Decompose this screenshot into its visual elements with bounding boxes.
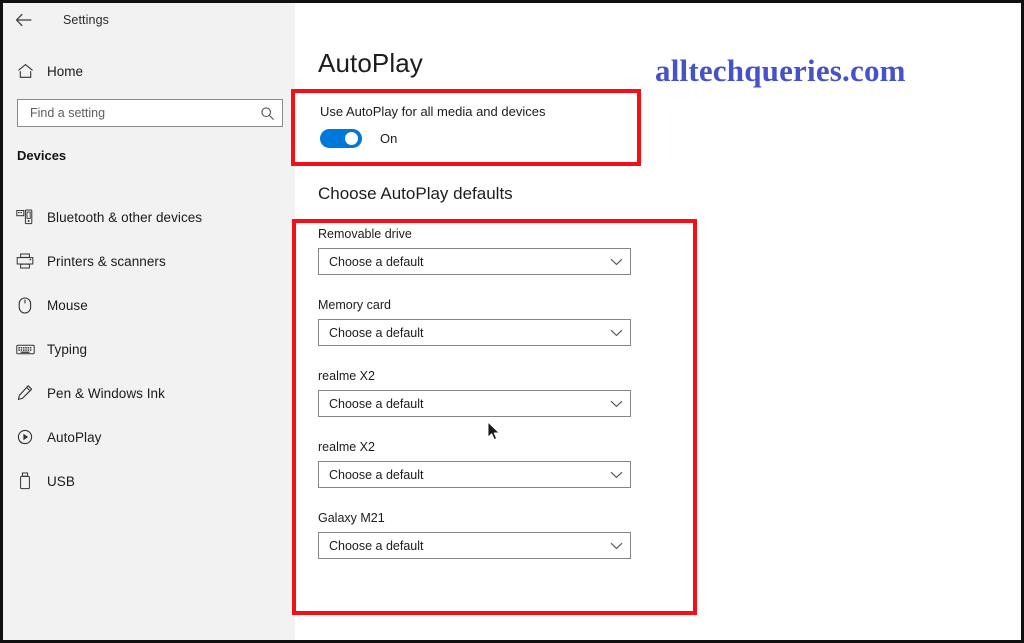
sidebar-item-label: Bluetooth & other devices <box>47 209 203 225</box>
realme-x2-dropdown-1[interactable]: Choose a default <box>318 390 631 417</box>
nav-category-heading: Devices <box>17 148 67 163</box>
usb-icon <box>3 472 47 490</box>
device-label: Galaxy M21 <box>318 511 385 525</box>
sidebar-item-label: USB <box>47 473 75 489</box>
sidebar-nav-list: Bluetooth & other devices Printers & sca… <box>3 195 295 503</box>
autoplay-defaults-list: Removable drive Choose a default Memory … <box>318 227 658 582</box>
dropdown-value: Choose a default <box>329 538 424 553</box>
dropdown-value: Choose a default <box>329 325 424 340</box>
default-group-realme-x2-1: realme X2 Choose a default <box>318 369 658 417</box>
chevron-down-icon <box>602 400 630 408</box>
device-label: Removable drive <box>318 227 412 241</box>
search-icon <box>252 106 282 121</box>
chevron-down-icon <box>602 471 630 479</box>
dropdown-value: Choose a default <box>329 396 424 411</box>
search-input[interactable] <box>18 100 252 126</box>
sidebar-item-usb[interactable]: USB <box>3 459 295 503</box>
sidebar-item-label: Printers & scanners <box>47 253 166 269</box>
search-box[interactable] <box>17 99 283 127</box>
pen-icon <box>3 384 47 402</box>
device-label: realme X2 <box>318 369 375 383</box>
autoplay-toggle-state: On <box>380 131 398 146</box>
dropdown-value: Choose a default <box>329 254 424 269</box>
autoplay-toggle-label: Use AutoPlay for all media and devices <box>320 104 546 119</box>
chevron-down-icon <box>602 542 630 550</box>
bluetooth-devices-icon <box>3 209 47 225</box>
mouse-icon <box>3 296 47 314</box>
content-pane: AutoPlay Use AutoPlay for all media and … <box>295 3 1021 640</box>
sidebar-item-label: Pen & Windows Ink <box>47 385 165 401</box>
navigation-pane: Settings Home Find a setting Devices Blu… <box>3 3 295 640</box>
keyboard-icon <box>3 343 47 356</box>
realme-x2-dropdown-2[interactable]: Choose a default <box>318 461 631 488</box>
settings-window: Settings Home Find a setting Devices Blu… <box>3 3 1021 640</box>
back-arrow-icon[interactable] <box>5 5 43 35</box>
default-group-galaxy-m21: Galaxy M21 Choose a default <box>318 511 658 559</box>
default-group-removable-drive: Removable drive Choose a default <box>318 227 658 275</box>
device-label: realme X2 <box>318 440 375 454</box>
galaxy-m21-dropdown[interactable]: Choose a default <box>318 532 631 559</box>
sidebar-item-bluetooth-other-devices[interactable]: Bluetooth & other devices <box>3 195 295 239</box>
sidebar-item-typing[interactable]: Typing <box>3 327 295 371</box>
default-group-realme-x2-2: realme X2 Choose a default <box>318 440 658 488</box>
autoplay-toggle-switch[interactable] <box>320 129 362 148</box>
watermark-text: alltechqueries.com <box>655 53 906 88</box>
home-icon <box>3 63 47 79</box>
defaults-section-heading: Choose AutoPlay defaults <box>318 184 513 203</box>
toggle-knob <box>345 132 358 145</box>
sidebar-item-label: Mouse <box>47 297 88 313</box>
autoplay-icon <box>3 428 47 446</box>
page-title: AutoPlay <box>318 48 423 78</box>
sidebar-item-home[interactable]: Home <box>3 55 295 87</box>
sidebar-item-label: Typing <box>47 341 88 357</box>
removable-drive-dropdown[interactable]: Choose a default <box>318 248 631 275</box>
sidebar-item-mouse[interactable]: Mouse <box>3 283 295 327</box>
dropdown-value: Choose a default <box>329 467 424 482</box>
chevron-down-icon <box>602 329 630 337</box>
window-titlebar: Settings <box>3 3 295 37</box>
device-label: Memory card <box>318 298 391 312</box>
app-title: Settings <box>63 13 109 27</box>
screenshot-frame: Settings Home Find a setting Devices Blu… <box>0 0 1024 643</box>
sidebar-item-printers-scanners[interactable]: Printers & scanners <box>3 239 295 283</box>
memory-card-dropdown[interactable]: Choose a default <box>318 319 631 346</box>
sidebar-item-label: AutoPlay <box>47 429 102 445</box>
default-group-memory-card: Memory card Choose a default <box>318 298 658 346</box>
sidebar-item-autoplay[interactable]: AutoPlay <box>3 415 295 459</box>
chevron-down-icon <box>602 258 630 266</box>
sidebar-item-pen-windows-ink[interactable]: Pen & Windows Ink <box>3 371 295 415</box>
autoplay-toggle-row: On <box>320 129 397 148</box>
sidebar-item-home-label: Home <box>47 63 84 79</box>
printer-icon <box>3 253 47 269</box>
